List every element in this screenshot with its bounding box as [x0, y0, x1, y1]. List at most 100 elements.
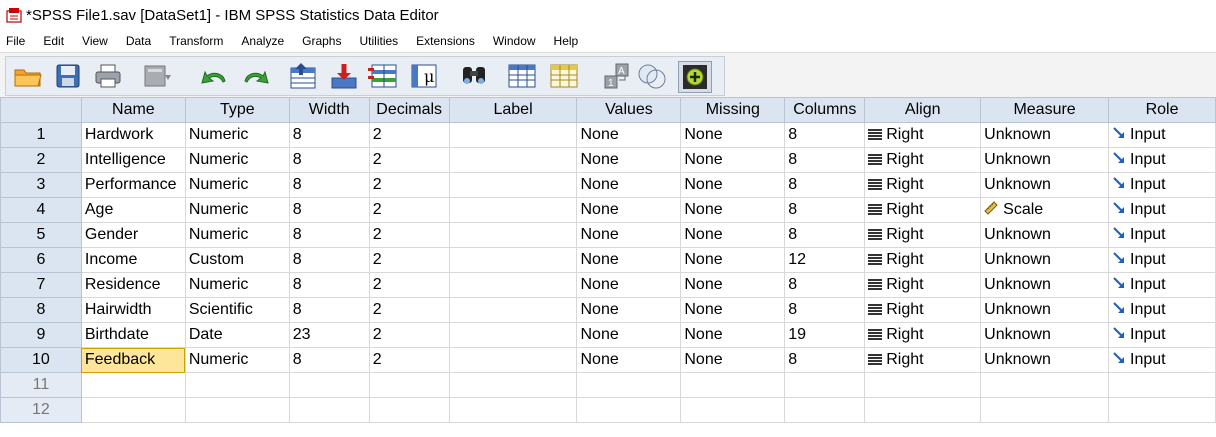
table-row[interactable]: 3 Performance Numeric 8 2 None None 8 Right Unkno… — [0, 172, 1216, 198]
cell-label[interactable] — [448, 172, 578, 198]
menu-help[interactable]: Help — [554, 34, 579, 48]
menu-extensions[interactable]: Extensions — [416, 34, 475, 48]
save-icon[interactable] — [52, 61, 84, 91]
use-variable-sets-icon[interactable] — [636, 61, 668, 91]
menu-view[interactable]: View — [82, 34, 108, 48]
row-number[interactable]: 7 — [0, 272, 82, 298]
cell-type[interactable]: Numeric — [184, 197, 290, 223]
col-header-values[interactable]: Values — [576, 97, 682, 123]
row-number[interactable]: 1 — [0, 122, 82, 148]
cell-type[interactable]: Date — [184, 322, 290, 348]
empty-cell[interactable] — [448, 372, 578, 398]
cell-type[interactable]: Numeric — [184, 147, 290, 173]
cell-values[interactable]: None — [576, 222, 682, 248]
cell-width[interactable]: 23 — [288, 322, 370, 348]
cell-label[interactable] — [448, 147, 578, 173]
empty-cell[interactable] — [864, 397, 982, 423]
goto-variable-icon[interactable] — [328, 61, 360, 91]
print-icon[interactable] — [92, 61, 124, 91]
empty-cell[interactable] — [680, 397, 786, 423]
split-file-icon[interactable] — [506, 61, 538, 91]
cell-values[interactable]: None — [576, 297, 682, 323]
cell-type[interactable]: Numeric — [184, 272, 290, 298]
cell-label[interactable] — [448, 197, 578, 223]
select-cases-icon[interactable] — [548, 61, 580, 91]
cell-role[interactable]: Input — [1108, 272, 1216, 298]
cell-columns[interactable]: 19 — [784, 322, 866, 348]
cell-columns[interactable]: 8 — [784, 297, 866, 323]
empty-cell[interactable] — [1108, 397, 1216, 423]
cell-decimals[interactable]: 2 — [368, 222, 450, 248]
table-row[interactable]: 10 Feedback Numeric 8 2 None None 8 Right Unknown… — [0, 347, 1216, 373]
cell-measure[interactable]: Unknown — [980, 347, 1110, 373]
col-header-missing[interactable]: Missing — [680, 97, 786, 123]
cell-measure[interactable]: Unknown — [980, 122, 1110, 148]
cell-width[interactable]: 8 — [288, 347, 370, 373]
cell-align[interactable]: Right — [864, 297, 982, 323]
row-number[interactable]: 8 — [0, 297, 82, 323]
row-number[interactable]: 12 — [0, 397, 82, 423]
cell-name[interactable]: Feedback — [80, 347, 186, 373]
cell-align[interactable]: Right — [864, 272, 982, 298]
cell-decimals[interactable]: 2 — [368, 147, 450, 173]
cell-width[interactable]: 8 — [288, 272, 370, 298]
cell-measure[interactable]: Unknown — [980, 297, 1110, 323]
cell-label[interactable] — [448, 122, 578, 148]
cell-measure[interactable]: Unknown — [980, 322, 1110, 348]
cell-name[interactable]: Performance — [80, 172, 186, 198]
table-row[interactable]: 8 Hairwidth Scientific 8 2 None None 8 Right Unkn… — [0, 297, 1216, 323]
cell-align[interactable]: Right — [864, 172, 982, 198]
cell-measure[interactable]: Unknown — [980, 272, 1110, 298]
col-header-name[interactable]: Name — [80, 97, 186, 123]
menu-edit[interactable]: Edit — [43, 34, 64, 48]
empty-cell[interactable] — [368, 397, 450, 423]
menu-analyze[interactable]: Analyze — [241, 34, 284, 48]
cell-missing[interactable]: None — [680, 322, 786, 348]
cell-columns[interactable]: 8 — [784, 347, 866, 373]
cell-type[interactable]: Numeric — [184, 122, 290, 148]
cell-missing[interactable]: None — [680, 197, 786, 223]
cell-label[interactable] — [448, 222, 578, 248]
cell-width[interactable]: 8 — [288, 247, 370, 273]
empty-cell[interactable] — [980, 397, 1110, 423]
empty-cell[interactable] — [576, 397, 682, 423]
cell-values[interactable]: None — [576, 272, 682, 298]
cell-columns[interactable]: 8 — [784, 172, 866, 198]
cell-width[interactable]: 8 — [288, 147, 370, 173]
empty-cell[interactable] — [368, 372, 450, 398]
table-row[interactable]: 12 — [0, 397, 1216, 423]
cell-missing[interactable]: None — [680, 147, 786, 173]
cell-measure[interactable]: Unknown — [980, 222, 1110, 248]
col-header-type[interactable]: Type — [184, 97, 290, 123]
cell-values[interactable]: None — [576, 172, 682, 198]
empty-cell[interactable] — [1108, 372, 1216, 398]
col-header-width[interactable]: Width — [288, 97, 370, 123]
variables-icon[interactable] — [368, 61, 400, 91]
cell-role[interactable]: Input — [1108, 222, 1216, 248]
table-row[interactable]: 7 Residence Numeric 8 2 None None 8 Right Unknown… — [0, 272, 1216, 298]
cell-decimals[interactable]: 2 — [368, 322, 450, 348]
cell-name[interactable]: Gender — [80, 222, 186, 248]
empty-cell[interactable] — [448, 397, 578, 423]
open-folder-icon[interactable] — [12, 61, 44, 91]
cell-align[interactable]: Right — [864, 122, 982, 148]
cell-name[interactable]: Intelligence — [80, 147, 186, 173]
cell-measure[interactable]: Unknown — [980, 247, 1110, 273]
cell-columns[interactable]: 8 — [784, 272, 866, 298]
cell-role[interactable]: Input — [1108, 147, 1216, 173]
empty-cell[interactable] — [784, 372, 866, 398]
cell-name[interactable]: Hardwork — [80, 122, 186, 148]
cell-align[interactable]: Right — [864, 197, 982, 223]
row-number[interactable]: 11 — [0, 372, 82, 398]
empty-cell[interactable] — [980, 372, 1110, 398]
row-number[interactable]: 6 — [0, 247, 82, 273]
cell-missing[interactable]: None — [680, 122, 786, 148]
row-number[interactable]: 3 — [0, 172, 82, 198]
cell-type[interactable]: Numeric — [184, 172, 290, 198]
empty-cell[interactable] — [784, 397, 866, 423]
cell-align[interactable]: Right — [864, 347, 982, 373]
cell-measure[interactable]: Unknown — [980, 147, 1110, 173]
cell-name[interactable]: Age — [80, 197, 186, 223]
empty-cell[interactable] — [864, 372, 982, 398]
cell-columns[interactable]: 8 — [784, 222, 866, 248]
